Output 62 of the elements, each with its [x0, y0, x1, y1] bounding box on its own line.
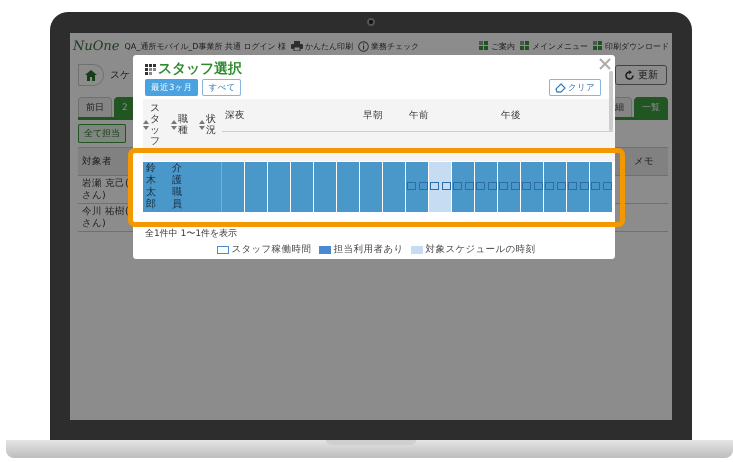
job-type: 介護職員	[165, 162, 195, 212]
column-header: メモ	[634, 155, 654, 168]
result-count: 全1件中 1〜1件を表示	[145, 228, 238, 240]
refresh-button[interactable]: 更新	[615, 65, 667, 85]
staff-name: 鈴木太郎	[143, 162, 165, 212]
clear-button[interactable]: クリア	[549, 79, 601, 96]
info-icon	[358, 40, 370, 52]
grid-icon	[520, 41, 530, 51]
column-header: スタッフ	[150, 103, 160, 147]
legend-swatch	[410, 246, 422, 254]
time-slot[interactable]	[498, 162, 510, 212]
legend-swatch	[216, 246, 228, 254]
column-header: 職種	[178, 114, 188, 136]
printer-icon	[291, 41, 304, 51]
grid-icon	[479, 41, 489, 51]
grid-icon	[593, 41, 603, 51]
header-link[interactable]: 業務チェック	[358, 40, 420, 52]
menu-link[interactable]: ご案内	[479, 40, 515, 52]
legend-label: スタッフ稼働時間	[232, 243, 312, 256]
legend-swatch	[318, 246, 330, 254]
time-slot[interactable]	[521, 162, 532, 212]
header-link[interactable]: かんたん印刷	[291, 40, 354, 52]
time-slot[interactable]	[452, 162, 464, 212]
time-slot[interactable]	[475, 162, 486, 212]
sort-icon[interactable]	[143, 120, 149, 130]
menu-link[interactable]: 印刷ダウンロード	[593, 40, 669, 52]
logo: NuOne	[73, 38, 120, 54]
camera-icon	[367, 18, 375, 26]
menu-link[interactable]: メインメニュー	[520, 40, 588, 52]
home-icon	[85, 70, 97, 80]
time-slot[interactable]	[567, 162, 578, 212]
eraser-icon	[555, 82, 566, 92]
filter-button[interactable]: 最近3ヶ月	[145, 79, 198, 96]
legend-label: 担当利用者あり	[334, 243, 404, 256]
tab[interactable]: 一覧	[634, 97, 668, 117]
assign-all-button[interactable]: 全て担当	[78, 124, 126, 143]
period-label: 午前	[409, 108, 429, 122]
time-slot[interactable]	[406, 162, 418, 212]
table-cell: 岩瀬 克己( さん)	[82, 178, 129, 202]
legend-label: 対象スケジュールの時刻	[426, 243, 536, 256]
time-slot[interactable]	[429, 162, 440, 212]
status-cell	[195, 162, 222, 212]
time-slot[interactable]	[544, 162, 556, 212]
column-header: 対象者	[82, 155, 112, 168]
scrollbar[interactable]	[609, 71, 613, 131]
sort-icon[interactable]	[171, 120, 177, 130]
account-label: QA_通所モバイル_D事業所 共通 ログイン 様	[124, 40, 286, 52]
close-icon[interactable]	[599, 58, 611, 70]
home-button[interactable]	[78, 64, 104, 86]
dialog-title: スタッフ選択	[158, 60, 242, 78]
sort-icon[interactable]	[199, 120, 205, 130]
time-slot[interactable]	[590, 162, 602, 212]
filter-button[interactable]: すべて	[202, 79, 242, 96]
table-cell: 今川 祐樹( さん)	[82, 206, 129, 230]
period-label: 早朝	[363, 108, 383, 122]
tab[interactable]: 前日	[78, 97, 112, 117]
grid-icon	[145, 64, 156, 74]
period-label: 午後	[501, 108, 521, 122]
refresh-icon	[624, 70, 635, 80]
period-label: 深夜	[225, 108, 245, 122]
column-header: 状況	[206, 114, 216, 136]
page-title: スケ	[110, 69, 130, 82]
